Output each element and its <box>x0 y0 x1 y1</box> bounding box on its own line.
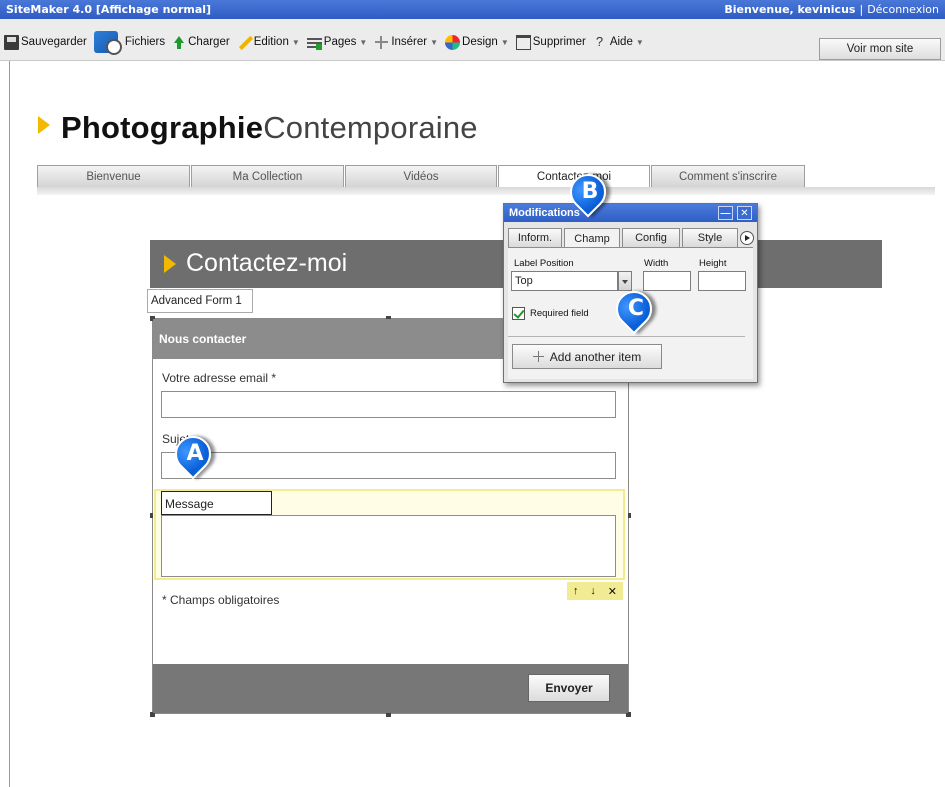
add-another-item-button[interactable]: Add another item <box>512 344 662 369</box>
help-icon <box>593 34 608 50</box>
design-menu[interactable]: Design ▼ <box>445 34 509 50</box>
site-nav: Bienvenue Ma Collection Vidéos Contactez… <box>37 165 806 188</box>
move-down-icon[interactable]: ↓ <box>590 585 596 597</box>
pencil-icon <box>237 35 252 50</box>
app-title: SiteMaker 4.0 [Affichage normal] <box>6 3 212 16</box>
save-button[interactable]: Sauvegarder <box>4 34 87 50</box>
chevron-down-icon[interactable] <box>618 271 632 291</box>
site-title-bold: Photographie <box>61 110 264 145</box>
tab-config[interactable]: Config <box>622 228 680 247</box>
minimize-icon[interactable]: — <box>718 206 733 220</box>
save-label: Sauvegarder <box>21 36 87 48</box>
chevron-down-icon: ▼ <box>500 37 509 47</box>
edit-label: Edition <box>253 36 289 48</box>
chevron-down-icon: ▼ <box>430 37 439 47</box>
panel-title: Modifications <box>509 207 580 219</box>
delete-icon <box>515 34 531 50</box>
chevron-down-icon: ▼ <box>359 37 368 47</box>
files-label: Fichiers <box>124 36 166 48</box>
callout-letter: B <box>581 178 599 204</box>
required-note: * Champs obligatoires <box>162 593 280 607</box>
insert-menu[interactable]: Insérer ▼ <box>374 35 438 50</box>
nav-tab-inscrire[interactable]: Comment s'inscrire <box>651 165 805 187</box>
site-title-light: Contemporaine <box>263 110 478 145</box>
subject-field[interactable] <box>161 452 616 479</box>
label-position-label: Label Position <box>514 258 574 269</box>
delete-label: Supprimer <box>532 36 586 48</box>
pages-menu[interactable]: Pages ▼ <box>306 35 368 50</box>
submit-button[interactable]: Envoyer <box>528 674 610 702</box>
width-label: Width <box>644 258 669 269</box>
callout-letter: C <box>627 295 645 321</box>
height-field[interactable] <box>698 271 746 291</box>
message-textarea[interactable] <box>161 515 616 577</box>
tab-style[interactable]: Style <box>682 228 738 247</box>
email-label: Votre adresse email * <box>162 371 277 385</box>
toolbar: Sauvegarder Fichiers Charger Edition ▼ Pa… <box>0 19 945 61</box>
add-item-label: Add another item <box>549 349 642 364</box>
toolbar-items: Sauvegarder Fichiers Charger Edition ▼ Pa… <box>4 31 651 55</box>
required-field-label: Required field <box>530 308 589 319</box>
upload-label: Charger <box>188 36 230 48</box>
chevron-down-icon: ▼ <box>291 37 300 47</box>
design-icon <box>445 34 461 50</box>
panel-tabs: Inform. Champ Config Style <box>508 228 740 248</box>
label-position-select[interactable]: Top <box>511 271 618 291</box>
insert-icon <box>374 35 389 50</box>
save-icon <box>4 34 19 50</box>
nav-tab-videos[interactable]: Vidéos <box>345 165 497 187</box>
panel-divider <box>508 336 745 337</box>
nav-tab-bienvenue[interactable]: Bienvenue <box>37 165 190 187</box>
pages-icon <box>306 35 322 50</box>
site-title: PhotographieContemporaine <box>38 110 478 146</box>
move-up-icon[interactable]: ↑ <box>573 585 579 597</box>
plus-icon <box>532 351 544 362</box>
view-site-button[interactable]: Voir mon site <box>819 38 941 60</box>
logout-link[interactable]: Déconnexion <box>867 3 939 16</box>
tabs-scroll-icon[interactable] <box>740 231 754 245</box>
callout-letter: A <box>186 440 204 466</box>
nav-underline <box>37 187 935 195</box>
welcome-text: Bienvenue, kevinicus <box>724 3 856 16</box>
app-title-bar: SiteMaker 4.0 [Affichage normal] Bienven… <box>0 0 945 19</box>
width-field[interactable] <box>643 271 691 291</box>
form-name-label: Advanced Form 1 <box>147 289 253 313</box>
files-button[interactable]: Fichiers <box>93 31 166 55</box>
height-label: Height <box>699 258 727 269</box>
upload-button[interactable]: Charger <box>172 35 230 50</box>
help-label: Aide <box>609 36 633 48</box>
delete-button[interactable]: Supprimer <box>515 34 586 50</box>
page-title: Contactez-moi <box>186 249 348 277</box>
welcome-area: Bienvenue, kevinicus | Déconnexion <box>724 3 939 16</box>
required-checkbox[interactable] <box>512 307 525 320</box>
design-label: Design <box>462 36 498 48</box>
upload-arrow-icon <box>172 35 186 50</box>
remove-field-icon[interactable]: ✕ <box>608 585 617 598</box>
help-menu[interactable]: Aide▼ <box>593 34 644 50</box>
nav-tab-collection[interactable]: Ma Collection <box>191 165 344 187</box>
tab-champ[interactable]: Champ <box>564 228 620 248</box>
close-icon[interactable]: ✕ <box>737 206 752 220</box>
separator: | <box>859 3 864 16</box>
insert-label: Insérer <box>391 36 428 48</box>
edit-menu[interactable]: Edition ▼ <box>237 35 300 50</box>
arrow-bullet-icon <box>38 116 50 134</box>
message-label[interactable]: Message <box>161 491 272 515</box>
files-icon <box>93 31 122 55</box>
tab-inform[interactable]: Inform. <box>508 228 562 247</box>
pages-label: Pages <box>323 36 357 48</box>
email-field[interactable] <box>161 391 616 418</box>
canvas-edge <box>9 61 10 787</box>
field-controls: ↑ ↓ ✕ <box>567 582 623 600</box>
chevron-down-icon: ▼ <box>635 37 644 47</box>
arrow-bullet-icon <box>164 255 176 273</box>
